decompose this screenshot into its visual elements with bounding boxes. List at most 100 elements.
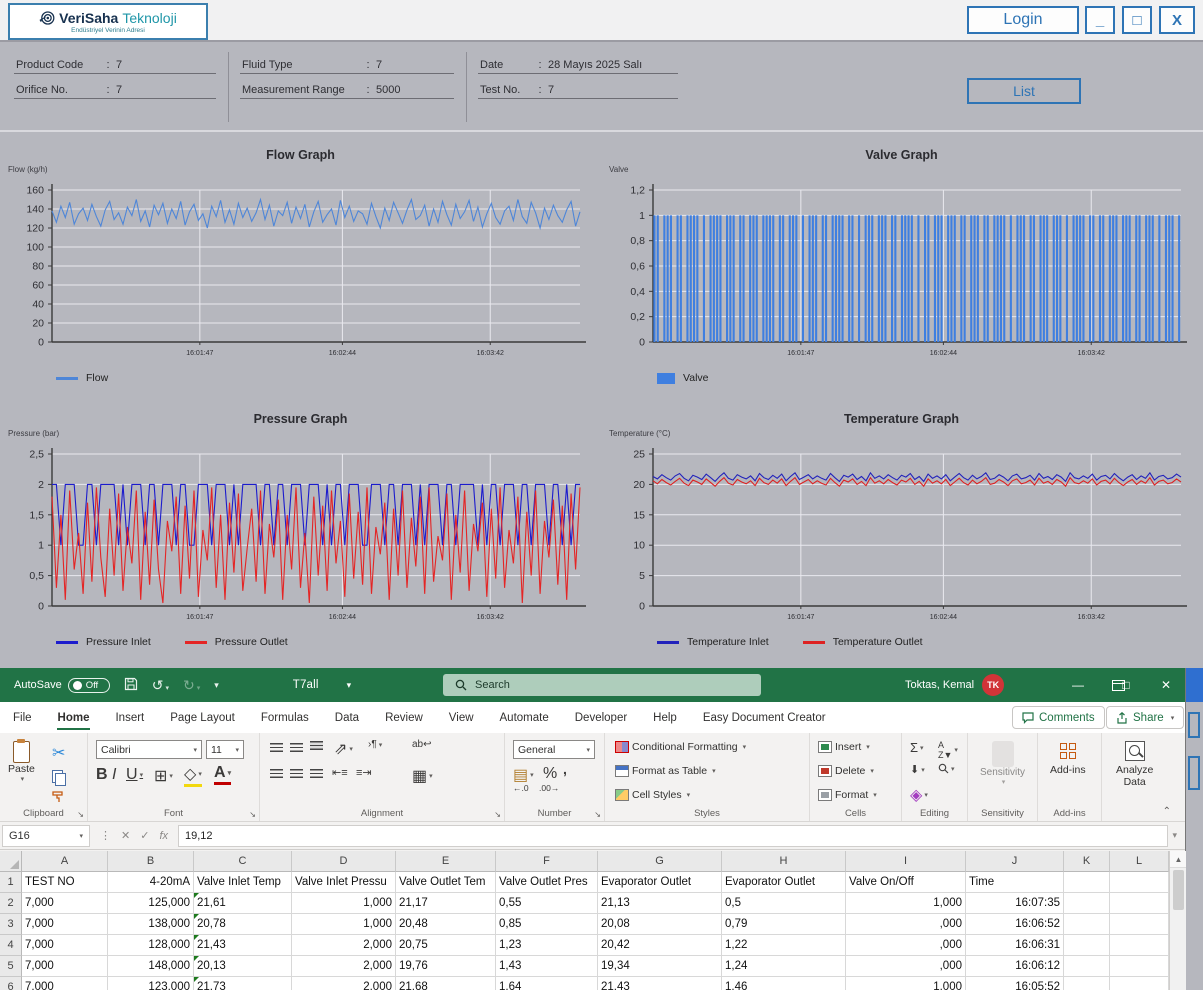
format-cells-button[interactable]: Format▾ (818, 789, 877, 801)
underline-button[interactable]: U▾ (126, 766, 143, 784)
cell[interactable] (1110, 914, 1169, 935)
column-header-K[interactable]: K (1064, 851, 1110, 872)
cell[interactable]: Evaporator Outlet (598, 872, 722, 893)
autosave-toggle[interactable]: AutoSave Off (14, 678, 110, 693)
cell[interactable]: 7,000 (22, 956, 108, 977)
quick-access-more-icon[interactable]: ▾ (214, 680, 219, 691)
cell[interactable]: 7,000 (22, 977, 108, 990)
text-direction-button[interactable]: ›¶▾ (368, 739, 382, 750)
align-right-button[interactable] (310, 769, 323, 778)
cell[interactable]: 19,76 (396, 956, 496, 977)
copy-button[interactable] (52, 770, 64, 784)
font-size-select[interactable]: 11▾ (206, 740, 244, 759)
fill-color-button[interactable]: ◇▾ (184, 764, 202, 787)
sort-filter-button[interactable]: AZ▼▾ (938, 740, 958, 760)
delete-cells-button[interactable]: Delete▾ (818, 765, 874, 777)
borders-button[interactable]: ⊞▾ (154, 766, 173, 786)
cell[interactable]: 0,5 (722, 893, 846, 914)
insert-cells-button[interactable]: Insert▾ (818, 741, 870, 753)
italic-button[interactable]: I (112, 766, 116, 784)
decrease-decimal-button[interactable]: .00→ (539, 783, 559, 793)
cell[interactable]: 148,000 (108, 956, 194, 977)
number-format-select[interactable]: General▾ (513, 740, 595, 759)
cell[interactable]: 16:07:35 (966, 893, 1064, 914)
cell[interactable]: 1,24 (722, 956, 846, 977)
find-select-button[interactable]: ▾ (938, 763, 955, 774)
tab-help[interactable]: Help (640, 702, 690, 733)
cell[interactable]: 1,23 (496, 935, 598, 956)
cell[interactable]: 19,34 (598, 956, 722, 977)
tab-view[interactable]: View (436, 702, 487, 733)
column-header-B[interactable]: B (108, 851, 194, 872)
font-color-button[interactable]: A▾ (214, 764, 231, 785)
cell[interactable]: 21,43 (598, 977, 722, 990)
cell[interactable]: 0,55 (496, 893, 598, 914)
cell[interactable] (1110, 956, 1169, 977)
cancel-entry-icon[interactable]: ✕ (121, 829, 130, 842)
field-value[interactable]: 7 (376, 59, 382, 71)
cell[interactable]: 21,68 (396, 977, 496, 990)
cell[interactable]: Valve Inlet Temp (194, 872, 292, 893)
tab-automate[interactable]: Automate (487, 702, 562, 733)
cell[interactable]: 20,78 (194, 914, 292, 935)
cell[interactable] (1110, 977, 1169, 990)
formula-input[interactable]: 19,12 (178, 825, 1168, 847)
increase-decimal-button[interactable]: ←.0 (513, 783, 529, 793)
user-account[interactable]: Toktas, Kemal TK (905, 668, 1004, 702)
conditional-formatting-button[interactable]: Conditional Formatting▾ (615, 741, 746, 753)
number-dialog-launcher-icon[interactable]: ↘ (594, 810, 601, 819)
field-value[interactable]: 7 (116, 59, 122, 71)
cell[interactable]: 123,000 (108, 977, 194, 990)
cell[interactable]: 20,13 (194, 956, 292, 977)
cell[interactable]: 21,61 (194, 893, 292, 914)
cell[interactable] (1110, 872, 1169, 893)
select-all-corner[interactable] (0, 851, 22, 872)
app-maximize-button[interactable]: □ (1122, 6, 1152, 34)
cell-styles-button[interactable]: Cell Styles▾ (615, 789, 690, 801)
cell[interactable] (1064, 893, 1110, 914)
row-header-4[interactable]: 4 (0, 935, 22, 956)
cell[interactable]: 7,000 (22, 914, 108, 935)
cell[interactable] (1064, 977, 1110, 990)
cell[interactable]: Time (966, 872, 1064, 893)
decrease-indent-button[interactable]: ⇤≡ (332, 766, 348, 779)
tab-review[interactable]: Review (372, 702, 436, 733)
cell[interactable]: 1,000 (292, 893, 396, 914)
cell[interactable]: 2,000 (292, 935, 396, 956)
align-top-button[interactable] (270, 743, 283, 752)
cell[interactable]: 128,000 (108, 935, 194, 956)
cell[interactable]: 20,08 (598, 914, 722, 935)
sensitivity-button[interactable]: Sensitivity ▾ (980, 741, 1025, 786)
row-header-3[interactable]: 3 (0, 914, 22, 935)
cell[interactable] (1110, 893, 1169, 914)
cut-button[interactable]: ✂ (52, 743, 65, 763)
cell[interactable]: 16:06:12 (966, 956, 1064, 977)
merge-center-button[interactable]: ▦▾ (412, 766, 433, 786)
tab-page-layout[interactable]: Page Layout (157, 702, 248, 733)
cell[interactable] (1064, 935, 1110, 956)
name-box[interactable]: G16▾ (2, 825, 90, 847)
align-center-button[interactable] (290, 769, 303, 778)
font-name-select[interactable]: Calibri▾ (96, 740, 202, 759)
login-button[interactable]: Login (967, 6, 1079, 34)
tab-developer[interactable]: Developer (562, 702, 640, 733)
column-header-L[interactable]: L (1110, 851, 1169, 872)
accounting-format-button[interactable]: ▤▾ (513, 765, 534, 785)
list-button[interactable]: List (967, 78, 1081, 104)
cell[interactable] (1064, 956, 1110, 977)
column-header-C[interactable]: C (194, 851, 292, 872)
format-as-table-button[interactable]: Format as Table▾ (615, 765, 716, 777)
row-header-5[interactable]: 5 (0, 956, 22, 977)
clear-button[interactable]: ◈▾ (910, 785, 928, 805)
row-header-6[interactable]: 6 (0, 977, 22, 990)
increase-indent-button[interactable]: ≡⇥ (356, 766, 372, 779)
column-header-A[interactable]: A (22, 851, 108, 872)
excel-maximize-button[interactable]: □ (1106, 668, 1146, 702)
cell[interactable]: 21,43 (194, 935, 292, 956)
cell[interactable]: 1,000 (846, 977, 966, 990)
cell[interactable]: 125,000 (108, 893, 194, 914)
cell[interactable]: 1,000 (846, 893, 966, 914)
cell[interactable]: Evaporator Outlet (722, 872, 846, 893)
cell[interactable]: 1,43 (496, 956, 598, 977)
row-header-1[interactable]: 1 (0, 872, 22, 893)
